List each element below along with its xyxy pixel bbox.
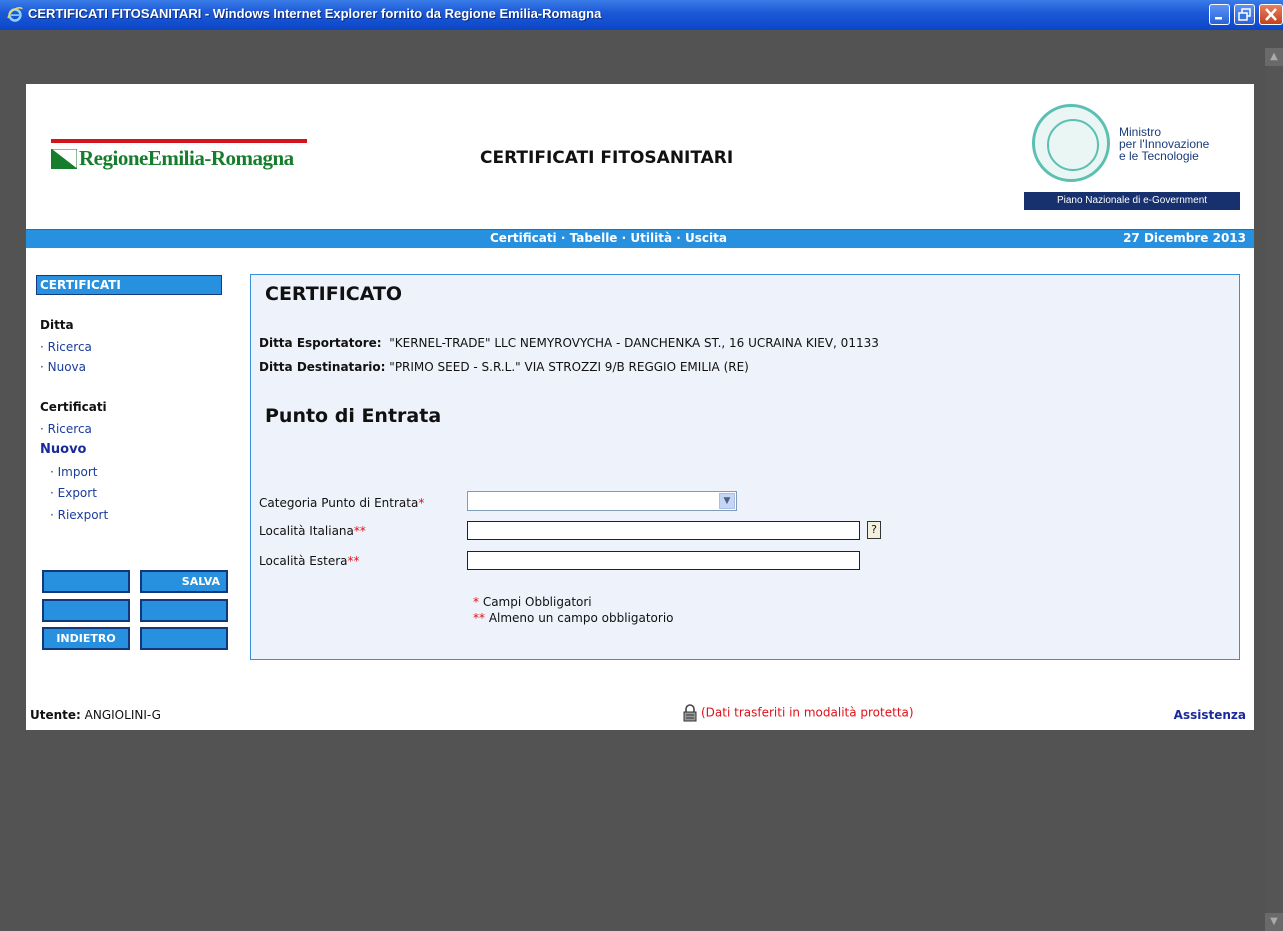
destinatario-value: "PRIMO SEED - S.R.L." VIA STROZZI 9/B RE… [389, 360, 749, 374]
sidebar-button-empty-3 [140, 599, 228, 622]
sidebar-button-empty-4 [140, 627, 228, 650]
regione-flag-icon [51, 148, 77, 169]
nav-utilita[interactable]: Utilità [630, 231, 672, 245]
restore-button[interactable] [1234, 4, 1255, 25]
window-title: CERTIFICATI FITOSANITARI - Windows Inter… [28, 6, 602, 21]
nav-certificati[interactable]: Certificati [490, 231, 557, 245]
categoria-label: Categoria Punto di Entrata* [259, 496, 425, 510]
sidebar-button-empty-2 [42, 599, 130, 622]
legend-one-required: ** Almeno un campo obbligatorio [473, 611, 674, 625]
categoria-select[interactable]: ▼ [467, 491, 737, 511]
esportatore-row: Ditta Esportatore: "KERNEL-TRADE" LLC NE… [259, 336, 879, 350]
top-navigation: Certificati · Tabelle · Utilità · Uscita… [26, 229, 1254, 248]
esportatore-label: Ditta Esportatore: [259, 336, 382, 350]
sidebar-header: CERTIFICATI [36, 275, 222, 295]
regione-logo[interactable]: RegioneEmilia-Romagna [51, 139, 307, 171]
estera-label: Località Estera** [259, 554, 360, 568]
app-title: CERTIFICATI FITOSANITARI [480, 148, 734, 168]
destinatario-label: Ditta Destinatario: [259, 360, 386, 374]
current-date: 27 Dicembre 2013 [1123, 231, 1246, 245]
restore-icon [1238, 8, 1251, 21]
minimize-icon [1215, 17, 1222, 20]
sidebar-section-ditta: Ditta [40, 318, 74, 332]
nav-uscita[interactable]: Uscita [685, 231, 727, 245]
sidebar-item-ditta-ricerca[interactable]: · Ricerca [40, 340, 92, 354]
repubblica-seal-icon [1032, 104, 1110, 182]
sidebar-item-riexport[interactable]: · Riexport [50, 508, 108, 522]
secure-transfer-note: (Dati trasferiti in modalità protetta) [683, 704, 914, 722]
destinatario-row: Ditta Destinatario: "PRIMO SEED - S.R.L.… [259, 360, 749, 374]
legend-required: * Campi Obbligatori [473, 595, 592, 609]
esportatore-value: "KERNEL-TRADE" LLC NEMYROVYCHA - DANCHEN… [389, 336, 879, 350]
current-user: Utente: ANGIOLINI-G [30, 708, 161, 722]
section-title: Punto di Entrata [265, 405, 442, 427]
vertical-scrollbar[interactable]: ▲ ▼ [1265, 48, 1283, 931]
page-title: CERTIFICATO [265, 283, 403, 305]
sidebar-section-certificati: Certificati [40, 400, 107, 414]
assistenza-link[interactable]: Assistenza [1174, 708, 1246, 722]
nav-tabelle[interactable]: Tabelle [570, 231, 618, 245]
scroll-down-icon[interactable]: ▼ [1265, 913, 1283, 931]
chevron-down-icon[interactable]: ▼ [719, 493, 735, 509]
lock-icon [683, 704, 697, 722]
back-button[interactable]: INDIETRO [42, 627, 130, 650]
page-content: RegioneEmilia-Romagna CERTIFICATI FITOSA… [26, 84, 1254, 730]
italiana-label: Località Italiana** [259, 524, 366, 538]
regione-logo-text: RegioneEmilia-Romagna [79, 146, 294, 170]
ministro-logo: Ministro per l'Innovazione e le Tecnolog… [1024, 102, 1240, 212]
window-title-bar: CERTIFICATI FITOSANITARI - Windows Inter… [0, 0, 1283, 30]
internet-explorer-icon [7, 6, 23, 22]
localita-italiana-input[interactable] [467, 521, 860, 540]
close-icon [1265, 8, 1277, 21]
save-button[interactable]: SALVA [140, 570, 228, 593]
sidebar-item-export[interactable]: · Export [50, 486, 97, 500]
help-button[interactable]: ? [867, 521, 881, 539]
sidebar-item-import[interactable]: · Import [50, 465, 97, 479]
sidebar-item-cert-ricerca[interactable]: · Ricerca [40, 422, 92, 436]
scroll-up-icon[interactable]: ▲ [1265, 48, 1283, 66]
egov-banner: Piano Nazionale di e-Government [1024, 192, 1240, 210]
certificato-panel: CERTIFICATO Ditta Esportatore: "KERNEL-T… [250, 274, 1240, 660]
localita-estera-input[interactable] [467, 551, 860, 570]
ministro-text: Ministro per l'Innovazione e le Tecnolog… [1119, 125, 1210, 163]
sidebar-button-empty-1 [42, 570, 130, 593]
sidebar-item-ditta-nuova[interactable]: · Nuova [40, 360, 86, 374]
minimize-button[interactable] [1209, 4, 1230, 25]
sidebar-item-nuovo[interactable]: Nuovo [40, 442, 86, 457]
close-button[interactable] [1259, 4, 1283, 25]
